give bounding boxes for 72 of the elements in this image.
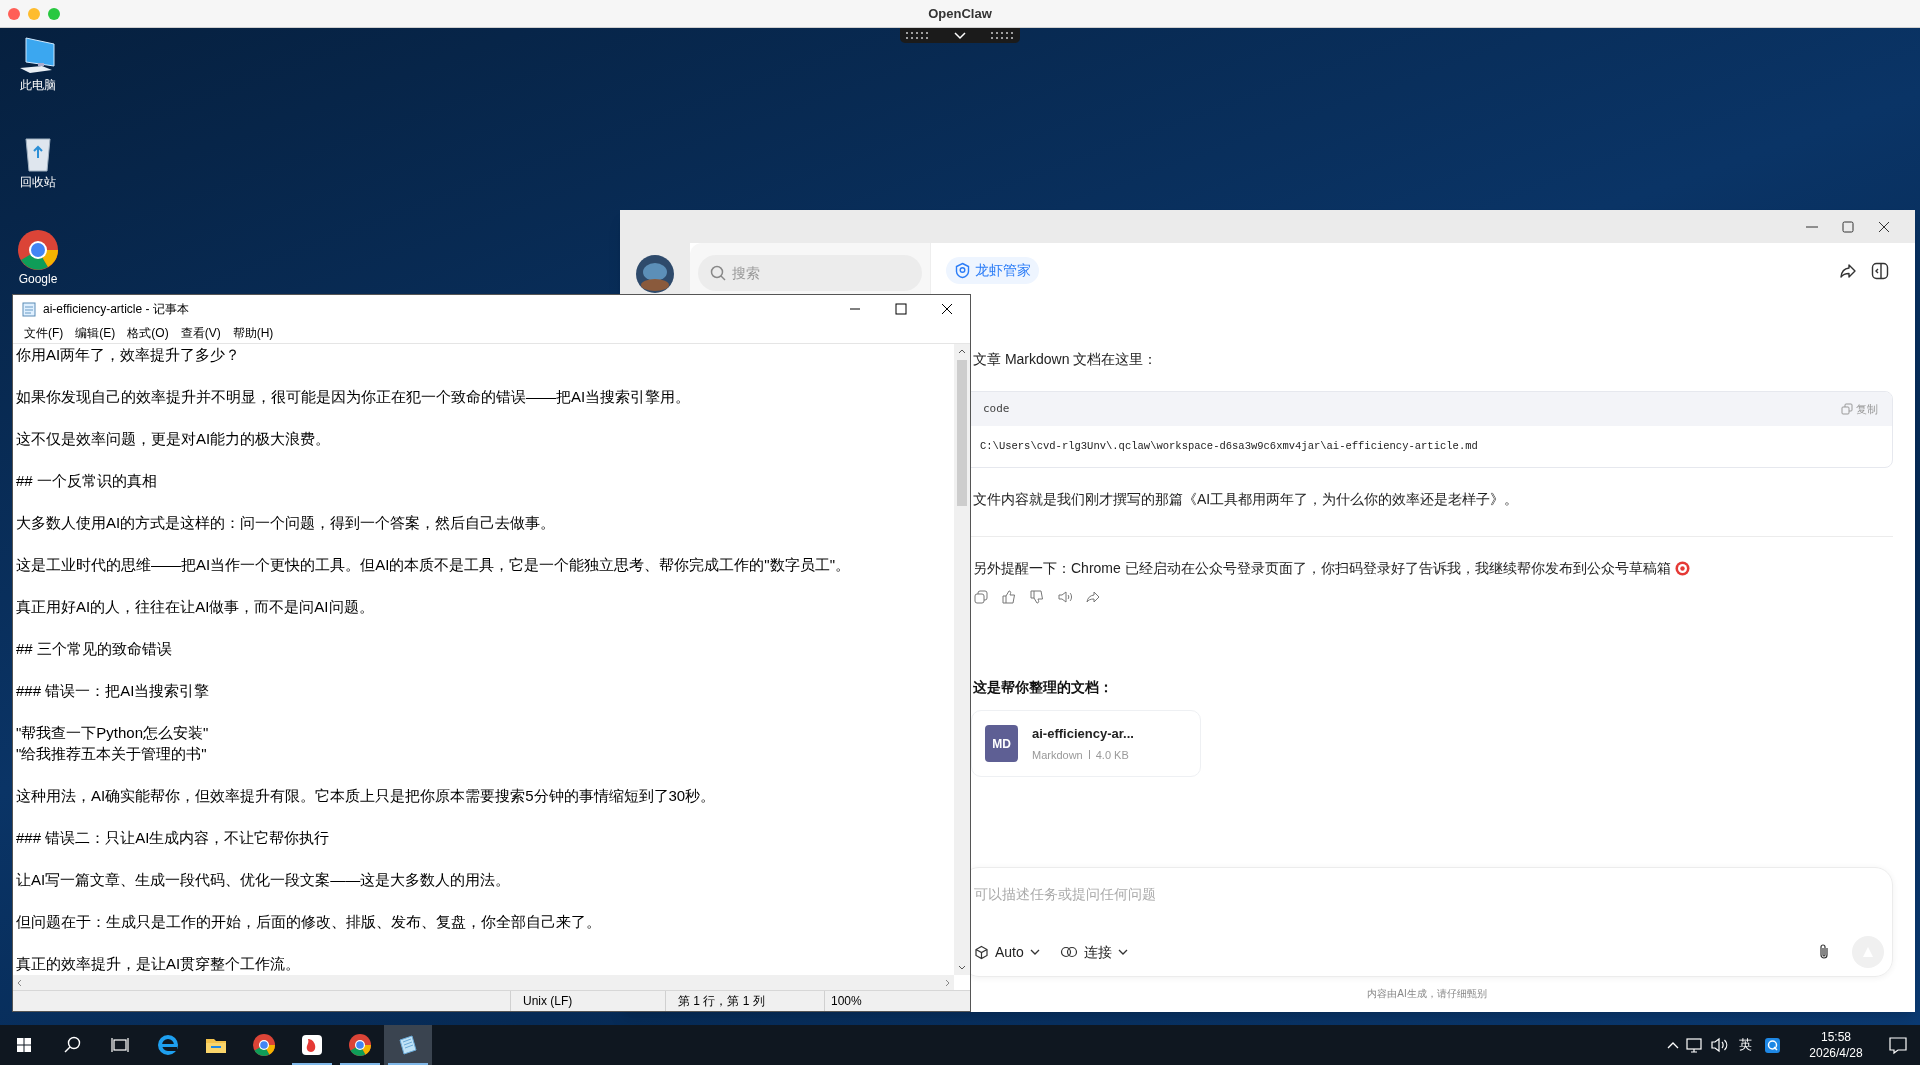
text-line: 你用AI两年了，效率提升了多少？ [16, 345, 241, 365]
text-line: ## 三个常见的致命错误 [16, 639, 172, 659]
menu-item[interactable]: 格式(O) [122, 324, 174, 342]
text-line: "帮我查一下Python怎么安装" [16, 723, 209, 743]
notepad-icon [21, 301, 37, 317]
input-method-indicator[interactable]: 英 [1731, 1035, 1760, 1055]
text-line: ### 错误一：把AI当搜索引擎 [16, 681, 210, 701]
caret-icon [1117, 949, 1128, 955]
remote-toolbar[interactable] [900, 28, 1020, 43]
copy-icon[interactable] [973, 589, 989, 605]
thumbs-up-icon[interactable] [1001, 589, 1017, 605]
desktop-icon-label[interactable]: Google [18, 273, 58, 285]
status-text: 100% [824, 991, 954, 1011]
caret-icon [1029, 949, 1040, 955]
horizontal-scrollbar[interactable] [13, 975, 954, 990]
chevron-down-icon[interactable] [954, 31, 966, 40]
notepad-icon[interactable] [384, 1025, 432, 1065]
message-heading: 这是帮你整理的文档： [973, 678, 1114, 697]
close-control[interactable] [8, 8, 20, 20]
panel-toggle-icon[interactable] [1870, 260, 1890, 281]
text-line: 这是工业时代的思维——把AI当作一个更快的工具。但AI的本质不是工具，它是一个能独立思考、帮你完成工作的"数字员工"。 [16, 555, 850, 575]
window-title: OpenClaw [928, 4, 992, 23]
shield-icon [954, 262, 971, 279]
link-icon [1059, 945, 1078, 959]
search-input: 搜索 [732, 262, 882, 284]
desktop-icon-label[interactable]: 此电脑 [20, 79, 56, 91]
cube-icon [974, 944, 989, 960]
code-language-label: code [983, 400, 1010, 417]
text-line: "给我推荐五本关于管理的书" [16, 744, 207, 764]
model-dropdown[interactable]: Auto [974, 941, 1040, 963]
file-name: ai-efficiency-ar... [1032, 725, 1134, 743]
chrome-icon[interactable] [16, 228, 60, 272]
text-line: ### 错误二：只让AI生成内容，不让它帮你执行 [16, 828, 330, 848]
text-line: ## 一个反常识的真相 [16, 471, 157, 491]
scroll-thumb[interactable] [957, 360, 967, 506]
disclaimer-text: 内容由AI生成，请仔细甄别 [1366, 987, 1488, 1001]
text-line: 如果你发现自己的效率提升并不明显，很可能是因为你正在犯一个致命的错误——把AI当搜索引擎用。 [16, 387, 691, 407]
speaker-icon[interactable] [1057, 589, 1073, 605]
copy-icon [1841, 403, 1853, 415]
status-text: Unix (LF) [510, 991, 665, 1011]
text-line: 让AI写一篇文章、生成一段代码、优化一段文案——这是大多数人的用法。 [16, 870, 511, 890]
thumbs-down-icon[interactable] [1029, 589, 1045, 605]
file-type-icon: MD [985, 725, 1018, 762]
menu-item[interactable]: 查看(V) [175, 324, 226, 342]
grip-icon [988, 31, 1014, 40]
target-icon [1674, 560, 1690, 576]
search-icon [710, 265, 726, 281]
code-text: C:\Users\cvd-rlg3Unv\.qclaw\workspace-d6sa3w9c6xmv4jar\ai-efficiency-article.md [980, 438, 1478, 454]
message-text: 另外提醒一下：Chrome 已经启动在公众号登录页面了，你扫码登录好了告诉我，我继续帮你发布到公众号草稿箱 [973, 559, 1671, 578]
message-text: 文章 Markdown 文档在这里： [973, 350, 1158, 369]
file-card[interactable]: MD ai-efficiency-ar... Markdown 4.0 KB [971, 710, 1201, 777]
file-size: 4.0 KB [1095, 747, 1129, 763]
text-line: 这不仅是效率问题，更是对AI能力的极大浪费。 [16, 429, 331, 449]
status-text: 第 1 行，第 1 列 [665, 991, 824, 1011]
agent-chip[interactable]: 龙虾管家 [946, 257, 1039, 284]
file-type: Markdown [1032, 747, 1083, 763]
text-line: 这种用法，AI确实能帮你，但效率提升有限。它本质上只是把你原本需要搜索5分钟的事情缩短到了30秒。 [16, 786, 716, 806]
menu-item[interactable]: 编辑(E) [70, 324, 121, 342]
menu-item[interactable]: 帮助(H) [227, 324, 279, 342]
desktop-icon-label[interactable]: 回收站 [20, 176, 56, 188]
text-line: 但问题在于：生成只是工作的开始，后面的修改、排版、发布、复盘，你全部自己来了。 [16, 912, 601, 932]
avatar[interactable] [636, 255, 674, 293]
window-title: ai-efficiency-article - 记事本 [43, 301, 189, 318]
search-field[interactable]: 搜索 [698, 255, 922, 291]
menu-item[interactable]: 文件(F) [19, 324, 69, 342]
clock[interactable]: 15:58 2026/4/28 [1796, 1029, 1876, 1061]
text-line: 真正用好AI的人，往往在让AI做事，而不是问AI问题。 [16, 597, 374, 617]
text-line: 真正的效率提升，是让AI贯穿整个工作流。 [16, 954, 301, 974]
text-line: 大多数人使用AI的方式是这样的：问一个问题，得到一个答案，然后自己去做事。 [16, 513, 556, 533]
connect-dropdown[interactable]: 连接 [1059, 941, 1128, 963]
vertical-scrollbar[interactable] [954, 344, 970, 975]
message-text: 文件内容就是我们刚才撰写的那篇《AI工具都用两年了，为什么你的效率还是老样子》。 [973, 490, 1519, 509]
